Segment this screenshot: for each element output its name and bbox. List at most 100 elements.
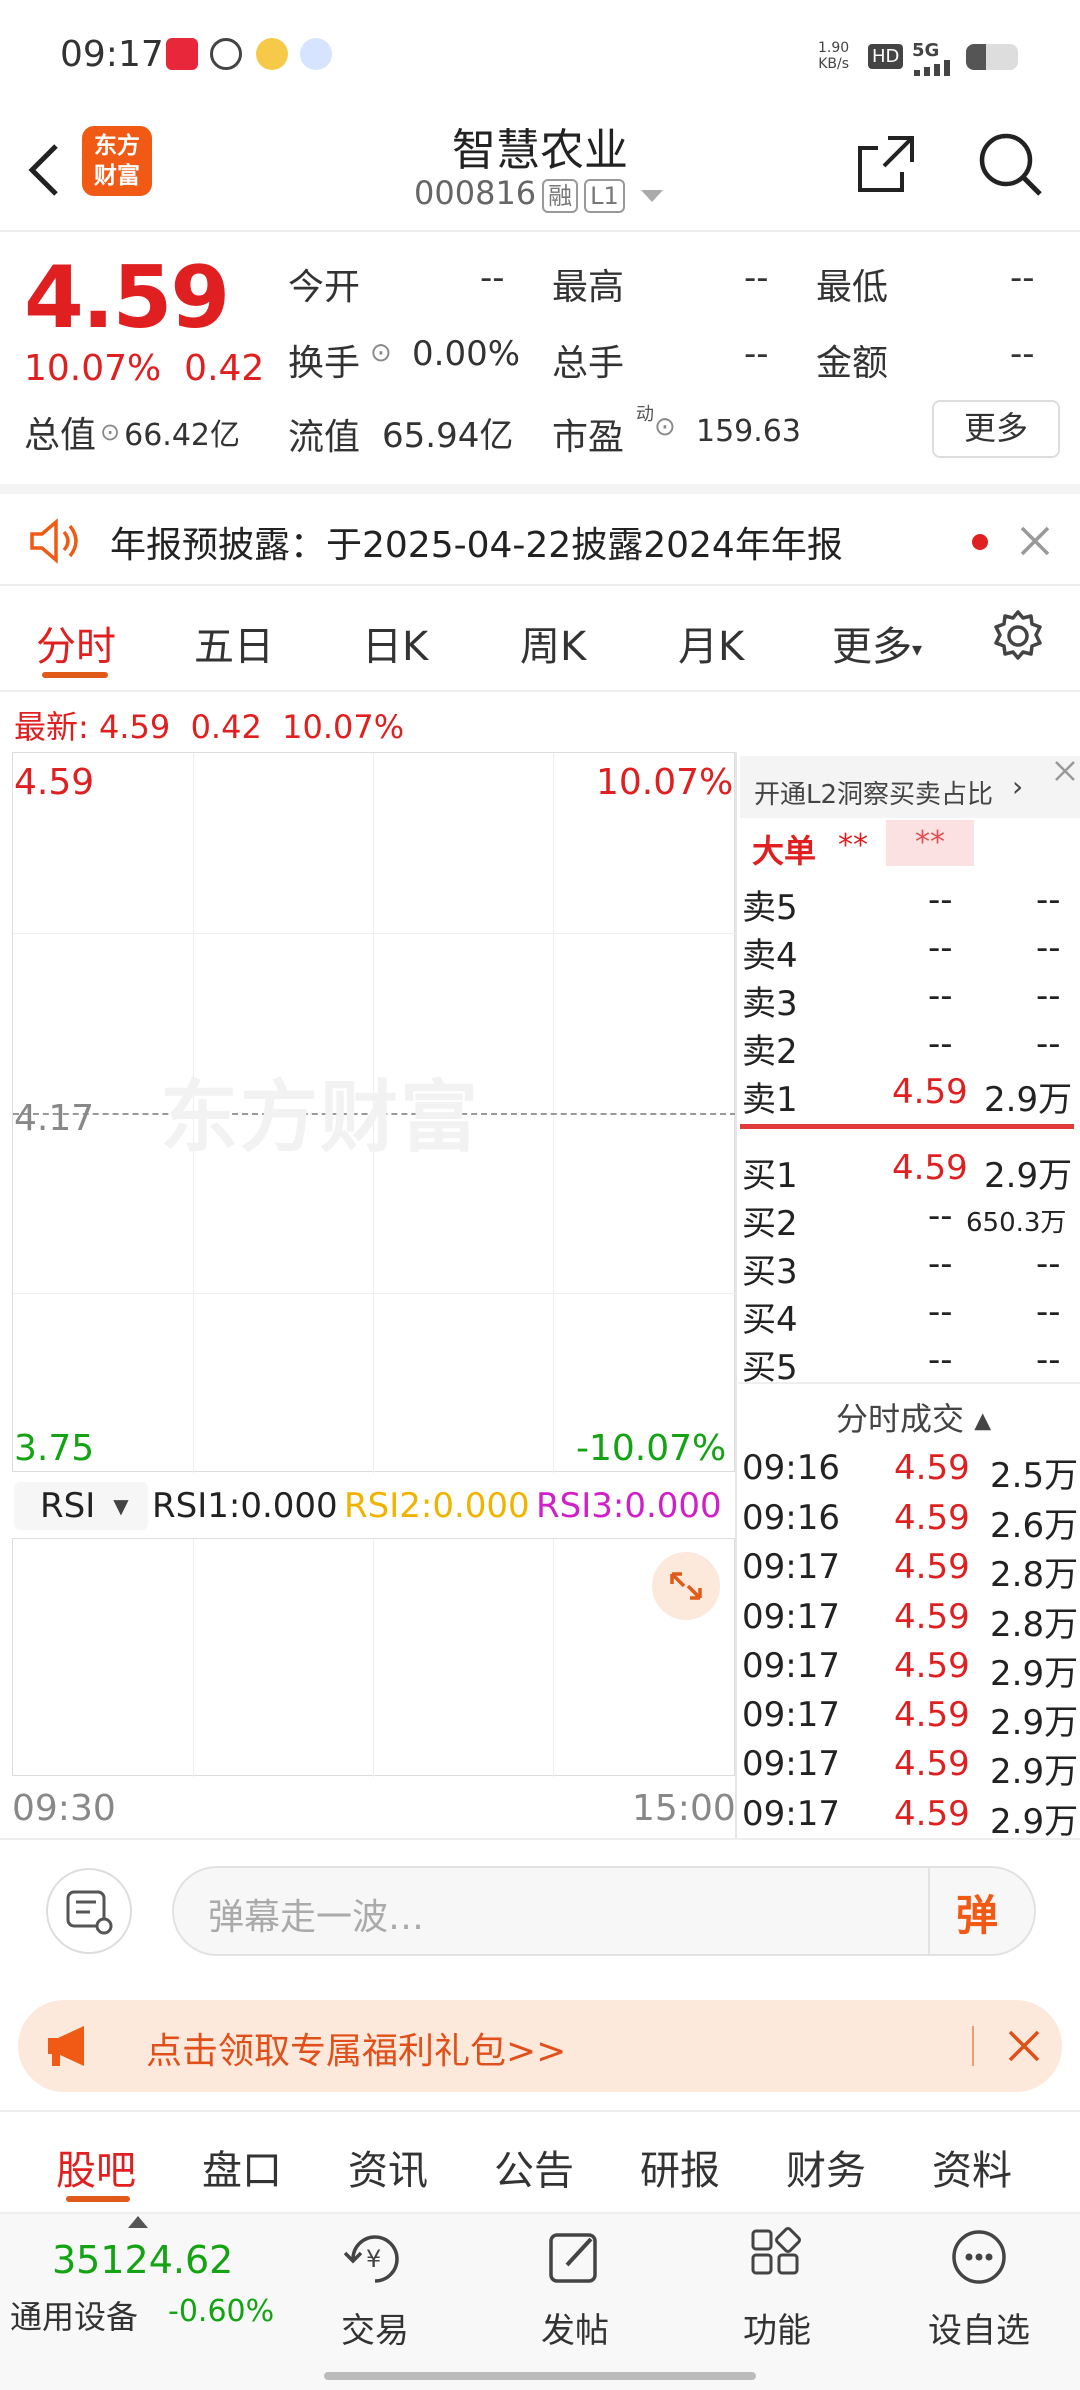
l2-banner[interactable]: 开通L2洞察买卖占比 › bbox=[740, 756, 1080, 818]
buy2-price: -- bbox=[928, 1196, 953, 1236]
volume-label: 总手 bbox=[552, 343, 625, 384]
buy4-vol: -- bbox=[1036, 1292, 1061, 1332]
tab-announcements[interactable]: 公告 bbox=[494, 2138, 574, 2196]
chart-mid-price: 4.17 bbox=[14, 1098, 95, 1139]
stock-name: 智慧农业 bbox=[452, 125, 628, 176]
net-speed-value: 1.90 bbox=[818, 40, 850, 56]
sell3-vol: -- bbox=[1036, 976, 1061, 1016]
tab-monthly-k[interactable]: 月K bbox=[678, 614, 744, 672]
latest-pct: 10.07% bbox=[282, 708, 405, 746]
change-value: 0.42 bbox=[184, 348, 265, 389]
promo-close-icon[interactable] bbox=[1006, 2028, 1042, 2064]
rsi-chart[interactable] bbox=[12, 1538, 735, 1777]
buy1-label: 买1 bbox=[742, 1156, 798, 1196]
trade-price: 4.59 bbox=[894, 1646, 970, 1686]
info-icon[interactable]: ⊙ bbox=[100, 418, 120, 446]
sell5-vol: -- bbox=[1036, 880, 1061, 920]
latest-price: 4.59 bbox=[98, 708, 171, 746]
pe-info-icon[interactable]: ⊙ bbox=[654, 412, 676, 442]
signal-bars-icon bbox=[914, 60, 960, 80]
sell5-label: 卖5 bbox=[742, 888, 798, 928]
danmu-settings-icon bbox=[66, 1890, 113, 1935]
tab-guba[interactable]: 股吧 bbox=[56, 2138, 136, 2196]
trades-header[interactable]: 分时成交 ▲ bbox=[836, 1394, 991, 1440]
danmu-settings-button[interactable] bbox=[46, 1868, 132, 1954]
indicator-select-value: RSI bbox=[40, 1486, 96, 1526]
buy3-label: 买3 bbox=[742, 1252, 798, 1292]
big-order-value-2: ** bbox=[886, 820, 974, 866]
l2-close-icon[interactable] bbox=[1050, 756, 1080, 786]
tab-more[interactable]: 更多▾ bbox=[832, 614, 922, 672]
rsi1-value: RSI1:0.000 bbox=[152, 1486, 338, 1526]
baidu-icon bbox=[300, 38, 332, 70]
float-value: 65.94亿 bbox=[382, 416, 514, 456]
index-name[interactable]: 通用设备 bbox=[10, 2292, 138, 2338]
tab-profile[interactable]: 资料 bbox=[932, 2138, 1012, 2196]
nav-post[interactable]: 发帖 bbox=[500, 2225, 650, 2352]
turnover-label: 换手 bbox=[288, 343, 361, 384]
weibo-icon bbox=[256, 38, 288, 70]
tab-intraday[interactable]: 分时 bbox=[36, 614, 116, 672]
trade-vol: 2.9万 bbox=[990, 1802, 1079, 1842]
pe-label: 市盈 bbox=[552, 417, 625, 458]
l2-text: 开通L2洞察买卖占比 bbox=[754, 780, 994, 810]
latest-line: 最新: 4.59 0.42 10.07% bbox=[14, 702, 404, 748]
search-icon[interactable] bbox=[974, 128, 1046, 200]
chart-top-pct: 10.07% bbox=[596, 762, 734, 803]
tab-weekly-k[interactable]: 周K bbox=[520, 614, 586, 672]
watermark-text: 东方财富 bbox=[160, 1073, 481, 1163]
trade-price: 4.59 bbox=[894, 1498, 970, 1538]
expand-chart-button[interactable] bbox=[652, 1552, 720, 1620]
sell4-vol: -- bbox=[1036, 928, 1061, 968]
status-bar: 09:17 1.90 KB/s HD 5G bbox=[0, 0, 1080, 110]
trade-time: 09:16 bbox=[742, 1448, 840, 1488]
nav-functions[interactable]: 功能 bbox=[702, 2225, 852, 2352]
tab-daily-k[interactable]: 日K bbox=[362, 614, 428, 672]
pe-value: 159.63 bbox=[696, 414, 801, 449]
low-label: 最低 bbox=[816, 267, 889, 308]
bid-ask-divider bbox=[740, 1124, 1074, 1129]
tab-five-day[interactable]: 五日 bbox=[194, 614, 274, 672]
close-icon[interactable] bbox=[1018, 524, 1052, 558]
sell3-label: 卖3 bbox=[742, 984, 798, 1024]
promo-text: 点击领取专属福利礼包>> bbox=[146, 2031, 567, 2072]
price-change: 10.07% 0.42 bbox=[24, 348, 264, 389]
index-value[interactable]: 35124.62 bbox=[52, 2238, 233, 2282]
trade-vol: 2.9万 bbox=[990, 1752, 1079, 1792]
turnover-info-icon[interactable]: ⊙ bbox=[370, 338, 392, 368]
danmu-input[interactable]: 弹幕走一波… 弹 bbox=[172, 1866, 1036, 1956]
margin-tag: 融 bbox=[542, 179, 579, 213]
trade-vol: 2.9万 bbox=[990, 1654, 1079, 1694]
more-quote-button[interactable]: 更多 bbox=[932, 400, 1060, 458]
rsi3-value: RSI3:0.000 bbox=[536, 1486, 722, 1526]
buy1-vol: 2.9万 bbox=[984, 1156, 1073, 1196]
active-tab-underline bbox=[42, 672, 108, 678]
open-value: -- bbox=[480, 258, 505, 298]
sell1-vol: 2.9万 bbox=[984, 1080, 1073, 1120]
share-icon[interactable] bbox=[854, 132, 918, 196]
volume-value: -- bbox=[744, 334, 769, 374]
settings-gear-icon[interactable] bbox=[990, 608, 1046, 664]
buy2-vol: 650.3万 bbox=[966, 1208, 1067, 1238]
hd-icon: HD bbox=[868, 44, 904, 69]
tab-news[interactable]: 资讯 bbox=[348, 2138, 428, 2196]
home-indicator[interactable] bbox=[324, 2372, 756, 2380]
nav-add-watchlist-label: 设自选 bbox=[928, 2311, 1030, 2351]
open-label: 今开 bbox=[288, 267, 361, 308]
danmu-toggle-icon[interactable]: 弹 bbox=[956, 1882, 998, 1943]
stock-code-row[interactable]: 000816 融 L1 bbox=[414, 174, 663, 213]
sell4-price: -- bbox=[928, 928, 953, 968]
sell2-vol: -- bbox=[1036, 1024, 1061, 1064]
trade-price: 4.59 bbox=[894, 1695, 970, 1735]
promo-banner[interactable]: 点击领取专属福利礼包>> bbox=[18, 2000, 1062, 2092]
tab-finance[interactable]: 财务 bbox=[786, 2138, 866, 2196]
trade-icon: ¥ bbox=[343, 2235, 399, 2283]
notice-bar[interactable]: 年报预披露：于2025-04-22披露2024年年报 bbox=[0, 484, 1080, 586]
nav-trade[interactable]: ¥ 交易 bbox=[300, 2225, 450, 2352]
indicator-select[interactable]: RSI ▼ bbox=[14, 1482, 148, 1530]
tab-research[interactable]: 研报 bbox=[640, 2138, 720, 2196]
k-app-icon bbox=[210, 38, 242, 70]
tab-pankou[interactable]: 盘口 bbox=[202, 2138, 282, 2196]
bottom-tab-underline bbox=[66, 2196, 130, 2202]
nav-add-watchlist[interactable]: 设自选 bbox=[904, 2225, 1054, 2352]
